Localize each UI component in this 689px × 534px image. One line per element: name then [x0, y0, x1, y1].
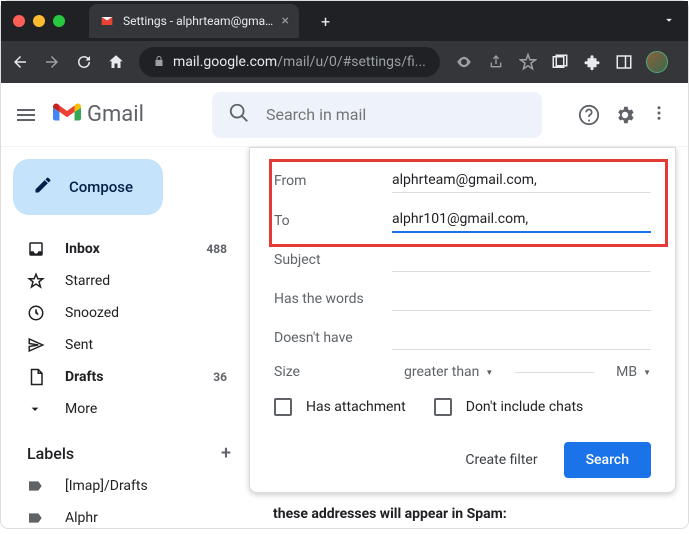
inbox-icon	[27, 240, 47, 258]
browser-tab[interactable]: Settings - alphrteam@gmail.co ×	[89, 4, 299, 38]
back-icon[interactable]	[11, 52, 29, 72]
dont-include-label: Don't include chats	[466, 399, 584, 415]
gmail-wordmark: Gmail	[87, 102, 144, 127]
search-input[interactable]	[266, 105, 526, 124]
compose-button[interactable]: Compose	[13, 159, 163, 215]
from-label: From	[274, 173, 392, 193]
nav-label: More	[65, 401, 237, 417]
reload-icon[interactable]	[75, 52, 93, 72]
sidebar-item-starred[interactable]: Starred	[1, 265, 249, 297]
checkbox-icon	[434, 398, 452, 416]
label-icon	[27, 478, 47, 494]
search-bar[interactable]	[212, 92, 542, 138]
filter-panel: From To Subject Has the words Doesn't ha…	[249, 147, 676, 493]
star-outline-icon	[27, 272, 47, 290]
kebab-icon[interactable]	[680, 52, 689, 72]
haswords-input[interactable]	[392, 286, 651, 311]
compose-label: Compose	[69, 178, 133, 196]
sidebar-label-item[interactable]: Alphr	[1, 502, 249, 534]
more-vert-icon[interactable]	[650, 104, 672, 126]
nav-label: Starred	[65, 273, 237, 289]
size-label: Size	[274, 364, 392, 380]
nav-count: 488	[206, 242, 227, 256]
new-tab-button[interactable]: +	[321, 12, 330, 31]
star-icon[interactable]	[518, 52, 538, 72]
doesnt-input[interactable]	[392, 325, 651, 350]
size-unit-select[interactable]: MB ▼	[616, 364, 651, 380]
has-attachment-label: Has attachment	[306, 399, 406, 415]
has-attachment-checkbox[interactable]: Has attachment	[274, 398, 406, 416]
checkbox-icon	[274, 398, 292, 416]
sidebar-item-drafts[interactable]: Drafts 36	[1, 361, 249, 393]
to-label: To	[274, 213, 392, 233]
label-text: Alphr	[65, 510, 237, 526]
window-close-dot[interactable]	[13, 15, 25, 27]
search-icon[interactable]	[228, 102, 250, 128]
nav-count: 36	[213, 370, 227, 384]
sidebar-label-item[interactable]: [Imap]/Drafts	[1, 470, 249, 502]
gmail-logo[interactable]: Gmail	[53, 102, 144, 128]
background-settings-text: these addresses will appear in Spam:	[273, 506, 507, 522]
to-input[interactable]	[392, 207, 651, 233]
dropdown-triangle-icon: ▼	[485, 368, 493, 377]
sidebar-item-more[interactable]: More	[1, 393, 249, 425]
main-menu-icon[interactable]	[17, 109, 35, 121]
subject-input[interactable]	[392, 247, 651, 272]
chevron-down-icon	[27, 401, 47, 417]
sidebar-item-inbox[interactable]: Inbox 488	[1, 233, 249, 265]
nav-label: Drafts	[65, 369, 195, 385]
add-label-button[interactable]: +	[221, 443, 231, 464]
dropdown-triangle-icon: ▼	[643, 368, 651, 377]
sidebar-item-snoozed[interactable]: Snoozed	[1, 297, 249, 329]
profile-extension-icon[interactable]	[646, 51, 668, 73]
size-value-input[interactable]	[515, 372, 594, 373]
tabs-dropdown-icon[interactable]	[662, 12, 676, 31]
haswords-label: Has the words	[274, 291, 392, 311]
nav-label: Snoozed	[65, 305, 237, 321]
sidebar-item-sent[interactable]: Sent	[1, 329, 249, 361]
help-icon[interactable]	[578, 104, 600, 126]
tab-title: Settings - alphrteam@gmail.co	[123, 14, 274, 28]
lock-icon	[153, 55, 165, 70]
extensions-icon[interactable]	[582, 52, 602, 72]
send-icon	[27, 336, 47, 354]
label-text: [Imap]/Drafts	[65, 478, 237, 494]
url-text: mail.google.com/mail/u/0/#settings/fi...	[173, 54, 426, 70]
from-input[interactable]	[392, 168, 651, 193]
nav-label: Sent	[65, 337, 237, 353]
gmail-favicon-icon	[99, 13, 115, 29]
search-button[interactable]: Search	[564, 442, 651, 478]
dont-include-chats-checkbox[interactable]: Don't include chats	[434, 398, 584, 416]
forward-icon[interactable]	[43, 52, 61, 72]
home-icon[interactable]	[107, 52, 125, 72]
clock-icon	[27, 304, 47, 322]
gmail-m-icon	[53, 102, 81, 128]
nav-label: Inbox	[65, 241, 188, 257]
address-bar[interactable]: mail.google.com/mail/u/0/#settings/fi...	[139, 47, 440, 77]
window-max-dot[interactable]	[53, 15, 65, 27]
pencil-icon	[33, 175, 53, 199]
tab-overview-icon[interactable]	[550, 52, 570, 72]
eye-icon[interactable]	[454, 52, 474, 72]
size-operator-select[interactable]: greater than ▼	[404, 364, 493, 380]
share-icon[interactable]	[486, 52, 506, 72]
label-icon	[27, 510, 47, 526]
sidepanel-icon[interactable]	[614, 52, 634, 72]
gear-icon[interactable]	[614, 104, 636, 126]
window-min-dot[interactable]	[33, 15, 45, 27]
subject-label: Subject	[274, 252, 392, 272]
doesnt-label: Doesn't have	[274, 330, 392, 350]
close-icon[interactable]: ×	[282, 13, 289, 29]
file-icon	[27, 368, 47, 386]
labels-heading: Labels	[27, 444, 74, 463]
create-filter-button[interactable]: Create filter	[453, 442, 549, 478]
